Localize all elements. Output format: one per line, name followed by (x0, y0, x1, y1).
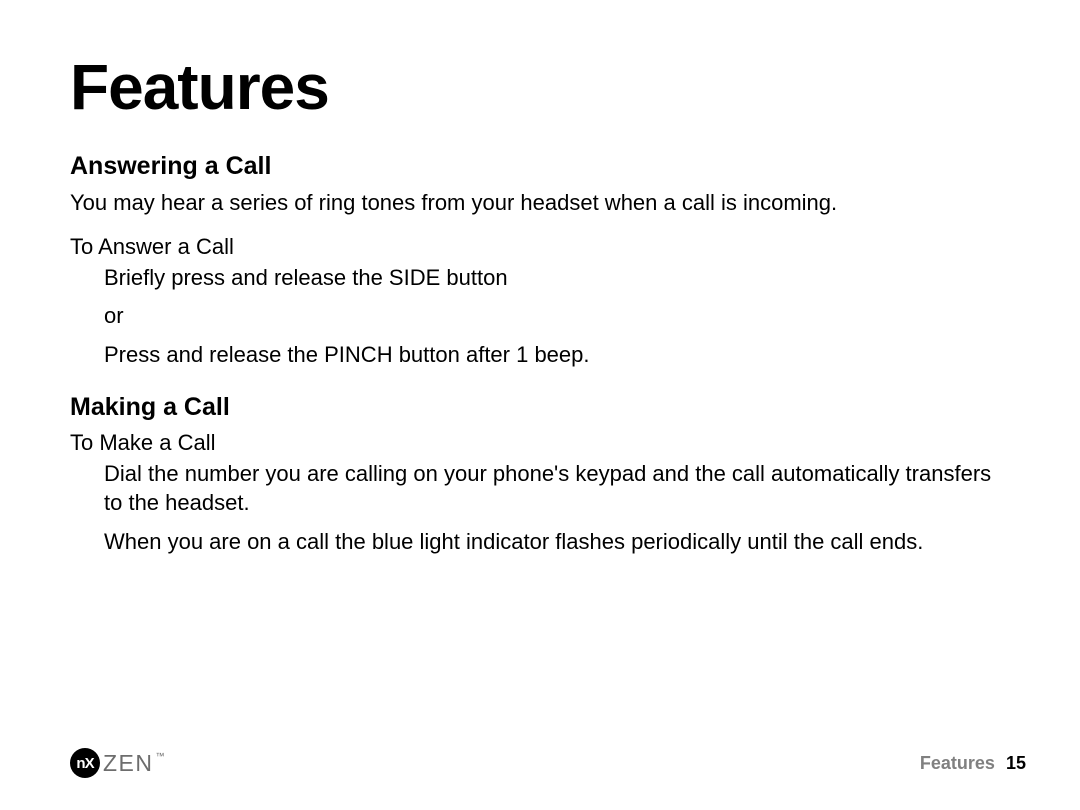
logo-circle-icon: nX (70, 748, 100, 778)
intro-answering: You may hear a series of ring tones from… (70, 189, 1010, 218)
page-number: Features 15 (920, 753, 1026, 774)
logo-text: ZEN (103, 750, 154, 777)
subtitle-make: To Make a Call (70, 430, 1010, 456)
heading-making: Making a Call (70, 393, 1010, 422)
step-text: When you are on a call the blue light in… (104, 528, 1010, 557)
step-text: or (104, 302, 1010, 331)
section-answering: Answering a Call You may hear a series o… (70, 152, 1010, 369)
steps-answer: Briefly press and release the SIDE butto… (104, 264, 1010, 370)
page-number-value: 15 (1006, 753, 1026, 773)
heading-answering: Answering a Call (70, 152, 1010, 181)
step-text: Briefly press and release the SIDE butto… (104, 264, 1010, 293)
page-title: Features (70, 50, 1010, 124)
footer: nX ZEN ™ Features 15 (70, 748, 1026, 778)
step-text: Dial the number you are calling on your … (104, 460, 1010, 517)
page-number-label: Features (920, 753, 995, 773)
trademark-icon: ™ (156, 751, 165, 761)
brand-logo: nX ZEN ™ (70, 748, 165, 778)
subtitle-answer: To Answer a Call (70, 234, 1010, 260)
logo-inner-text: nX (76, 755, 93, 772)
steps-make: Dial the number you are calling on your … (104, 460, 1010, 556)
step-text: Press and release the PINCH button after… (104, 341, 1010, 370)
section-making: Making a Call To Make a Call Dial the nu… (70, 393, 1010, 556)
